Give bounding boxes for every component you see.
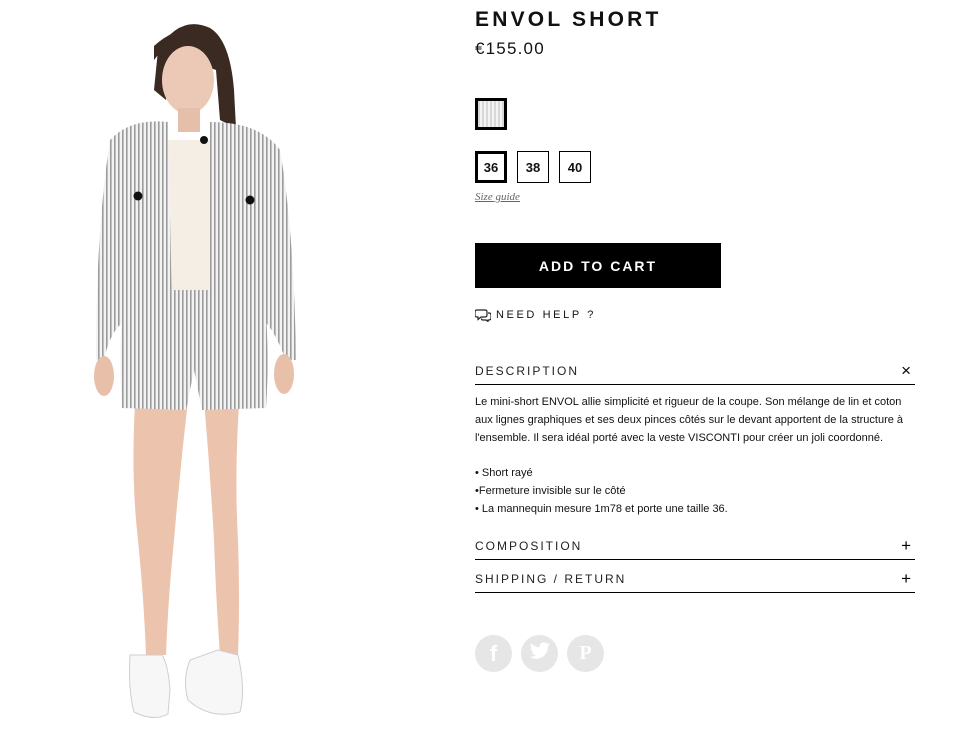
need-help-link[interactable]: NEED HELP ? xyxy=(475,308,596,322)
size-option-40[interactable]: 40 xyxy=(559,151,591,183)
product-image[interactable] xyxy=(70,0,330,737)
description-bullets: • Short rayé •Fermeture invisible sur le… xyxy=(475,464,915,518)
accordion-composition-label: COMPOSITION xyxy=(475,539,583,553)
twitter-bird-icon xyxy=(529,642,551,665)
accordion-shipping-label: SHIPPING / RETURN xyxy=(475,572,627,586)
accordion-description-label: DESCRIPTION xyxy=(475,364,580,378)
bullet-item: •Fermeture invisible sur le côté xyxy=(475,485,626,497)
pinterest-icon: P xyxy=(579,642,592,664)
description-body: Le mini-short ENVOL allie simplicité et … xyxy=(475,393,915,518)
bullet-item: • Short rayé xyxy=(475,467,533,479)
size-selector: 36 38 40 xyxy=(475,151,591,183)
bullet-item: • La mannequin mesure 1m78 et porte une … xyxy=(475,503,728,515)
social-share: f P xyxy=(475,635,604,672)
accordion-shipping-return[interactable]: SHIPPING / RETURN + xyxy=(475,568,915,593)
need-help-label: NEED HELP ? xyxy=(496,309,596,321)
plus-icon[interactable]: + xyxy=(901,570,913,587)
size-option-38[interactable]: 38 xyxy=(517,151,549,183)
description-text: Le mini-short ENVOL allie simplicité et … xyxy=(475,396,904,444)
product-title: ENVOL SHORT xyxy=(475,8,662,31)
size-option-36[interactable]: 36 xyxy=(475,151,507,183)
plus-icon[interactable]: + xyxy=(901,537,913,554)
pinterest-share-button[interactable]: P xyxy=(567,635,604,672)
facebook-share-button[interactable]: f xyxy=(475,635,512,672)
twitter-share-button[interactable] xyxy=(521,635,558,672)
add-to-cart-button[interactable]: ADD TO CART xyxy=(475,243,721,288)
facebook-icon: f xyxy=(489,640,498,666)
model-illustration xyxy=(94,24,296,718)
accordion-description[interactable]: DESCRIPTION × xyxy=(475,360,915,385)
size-guide-link[interactable]: Size guide xyxy=(475,191,520,203)
chat-bubbles-icon xyxy=(475,308,491,322)
color-swatch-stripe[interactable] xyxy=(475,98,507,130)
product-price: €155.00 xyxy=(475,39,545,58)
close-icon[interactable]: × xyxy=(901,362,913,379)
accordion-composition[interactable]: COMPOSITION + xyxy=(475,535,915,560)
